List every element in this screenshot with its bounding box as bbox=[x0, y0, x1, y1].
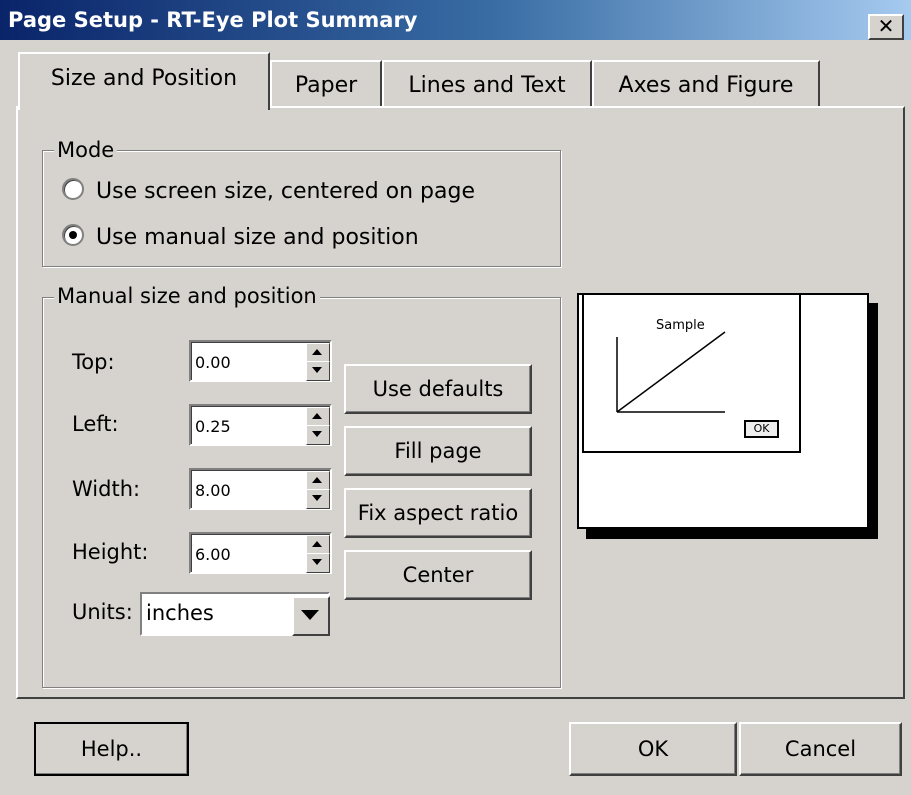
help-button[interactable]: Help.. bbox=[34, 722, 189, 776]
center-button[interactable]: Center bbox=[344, 550, 532, 600]
chevron-down-icon[interactable] bbox=[292, 596, 330, 636]
left-input[interactable] bbox=[195, 414, 300, 438]
width-increment-button[interactable] bbox=[306, 471, 330, 491]
width-input[interactable] bbox=[195, 478, 300, 502]
width-spinbox bbox=[189, 468, 332, 510]
tab-paper[interactable]: Paper bbox=[270, 60, 382, 108]
window-title: Page Setup - RT-Eye Plot Summary bbox=[8, 8, 418, 32]
height-decrement-button[interactable] bbox=[306, 553, 330, 573]
tab-size-and-position[interactable]: Size and Position bbox=[18, 52, 270, 110]
units-label: Units: bbox=[72, 600, 133, 624]
fix-aspect-ratio-button[interactable]: Fix aspect ratio bbox=[344, 488, 532, 538]
radio-manual-size[interactable]: Use manual size and position bbox=[62, 224, 419, 250]
left-label: Left: bbox=[72, 412, 119, 436]
radio-label: Use screen size, centered on page bbox=[96, 179, 475, 204]
height-input[interactable] bbox=[195, 542, 300, 566]
radio-indicator-selected[interactable] bbox=[62, 224, 84, 246]
top-input[interactable] bbox=[195, 350, 300, 374]
close-button[interactable]: ✕ bbox=[868, 14, 904, 40]
top-decrement-button[interactable] bbox=[306, 361, 330, 381]
left-increment-button[interactable] bbox=[306, 407, 330, 427]
fill-page-button[interactable]: Fill page bbox=[344, 426, 532, 476]
height-spinbox bbox=[189, 532, 332, 574]
top-label: Top: bbox=[72, 350, 115, 374]
width-decrement-button[interactable] bbox=[306, 489, 330, 509]
manual-legend: Manual size and position bbox=[54, 284, 320, 308]
top-increment-button[interactable] bbox=[306, 343, 330, 363]
height-label: Height: bbox=[72, 540, 149, 564]
left-decrement-button[interactable] bbox=[306, 425, 330, 445]
tab-lines-and-text[interactable]: Lines and Text bbox=[382, 60, 592, 108]
mode-legend: Mode bbox=[54, 138, 118, 162]
radio-screen-size[interactable]: Use screen size, centered on page bbox=[62, 178, 475, 204]
height-increment-button[interactable] bbox=[306, 535, 330, 555]
radio-indicator[interactable] bbox=[62, 178, 84, 200]
preview-sample-label: Sample bbox=[656, 318, 705, 333]
cancel-button[interactable]: Cancel bbox=[739, 722, 902, 776]
units-select[interactable]: inches bbox=[140, 592, 330, 636]
ok-button[interactable]: OK bbox=[569, 722, 737, 776]
radio-label: Use manual size and position bbox=[96, 225, 419, 250]
use-defaults-button[interactable]: Use defaults bbox=[344, 364, 532, 414]
tab-axes-and-figure[interactable]: Axes and Figure bbox=[592, 60, 820, 108]
left-spinbox bbox=[189, 404, 332, 446]
top-spinbox bbox=[189, 340, 332, 382]
preview-ok-label: OK bbox=[744, 420, 779, 438]
units-value: inches bbox=[146, 601, 214, 625]
title-bar: Page Setup - RT-Eye Plot Summary ✕ bbox=[0, 0, 911, 40]
width-label: Width: bbox=[72, 477, 141, 501]
